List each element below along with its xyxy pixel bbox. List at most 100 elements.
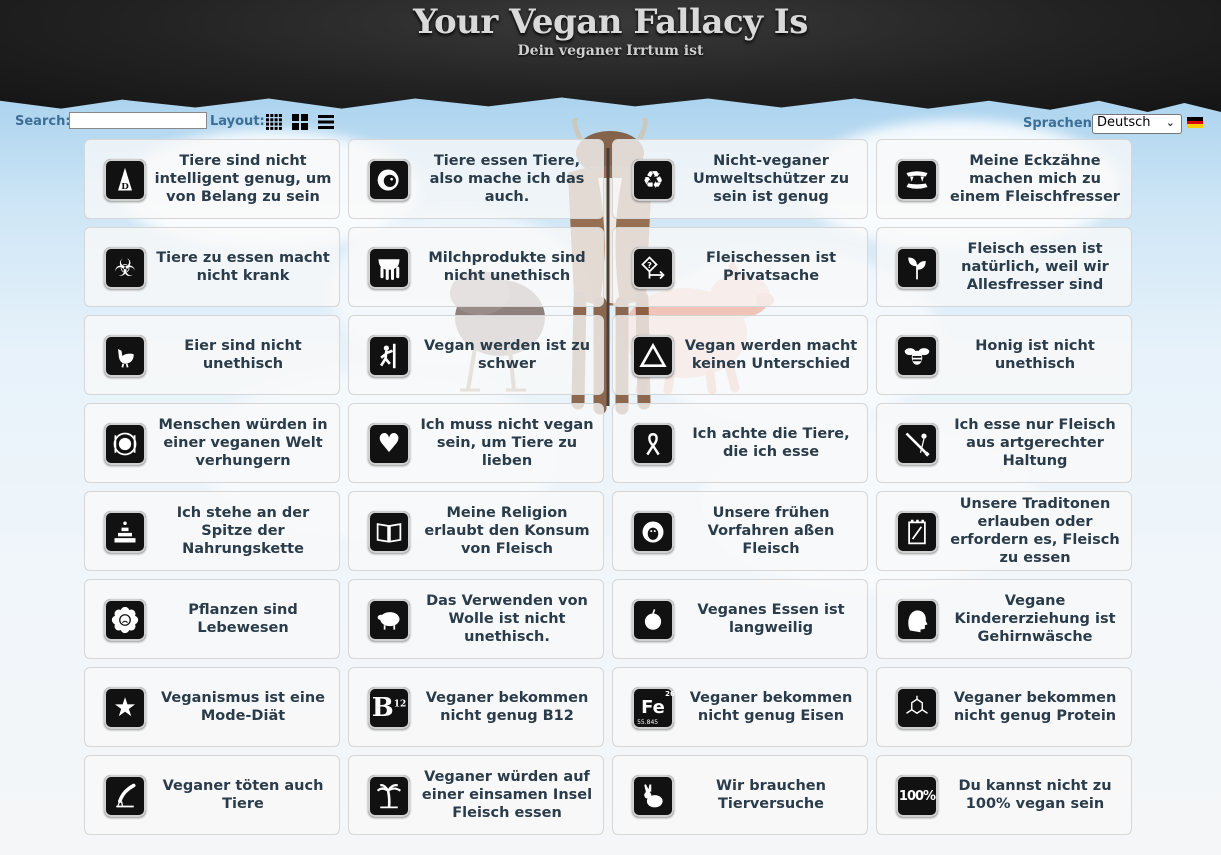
palm-tree-icon (368, 775, 410, 817)
fallacy-label: Das Verwenden von Wolle ist nicht unethi… (426, 593, 588, 645)
search-input[interactable] (69, 112, 207, 129)
fangs-icon (896, 159, 938, 201)
fallacy-card[interactable]: D Tiere sind nicht intelligent genug, um … (84, 139, 340, 219)
fallacy-card[interactable]: Veganer würden auf einer einsamen Insel … (348, 755, 604, 835)
language-label: Sprachen (1023, 116, 1092, 131)
b12-icon: B12 (368, 687, 410, 729)
fallacy-label: Fleisch essen ist natürlich, weil wir Al… (961, 241, 1109, 293)
plant-icon (896, 247, 938, 289)
site-title: Your Vegan Fallacy Is (413, 2, 808, 42)
fallacy-label: Tiere essen Tiere, also mache ich das au… (429, 153, 585, 205)
book-icon (368, 511, 410, 553)
fallacy-card[interactable]: Fe 26 55.845 Veganer bekommen nicht genug E… (612, 667, 868, 747)
scroll-icon (896, 511, 938, 553)
fallacy-card[interactable]: Unsere Traditonen erlauben oder erforder… (876, 491, 1132, 571)
layout-label: Layout: (210, 114, 265, 129)
fallacy-card[interactable]: Vegan werden ist zu schwer (348, 315, 604, 395)
fallacy-label: Vegane Kindererziehung ist Gehirnwäsche (954, 593, 1116, 645)
choice-sign-icon: ? (632, 247, 674, 289)
fallacy-card[interactable]: Eier sind nicht unethisch (84, 315, 340, 395)
fallacy-card[interactable]: Vegan werden macht keinen Unterschied (612, 315, 868, 395)
fallacy-label: Unsere Traditonen erlauben oder erforder… (950, 496, 1120, 566)
fallacy-card[interactable]: ? Fleischessen ist Privatsache (612, 227, 868, 307)
fallacy-label: Veganes Essen ist langweilig (697, 602, 845, 636)
knife-flower-icon (896, 423, 938, 465)
fallacy-card[interactable]: Veganes Essen ist langweilig (612, 579, 868, 659)
search-label: Search: (15, 114, 71, 129)
fallacy-card[interactable]: B12 Veganer bekommen nicht genug B12 (348, 667, 604, 747)
hen-icon (104, 335, 146, 377)
fallacy-card[interactable]: Ich esse nur Fleisch aus artgerechter Ha… (876, 403, 1132, 483)
sad-flower-icon (104, 599, 146, 641)
climber-icon (368, 335, 410, 377)
fallacy-label: Ich achte die Tiere, die ich esse (692, 426, 850, 460)
svg-text:?: ? (647, 261, 652, 270)
chevron-down-icon: ⌄ (1165, 116, 1175, 129)
fallacy-card[interactable]: ♻ Nicht-veganer Umweltschützer zu sein is… (612, 139, 868, 219)
fallacy-card[interactable]: Tiere essen Tiere, also mache ich das au… (348, 139, 604, 219)
fallacy-label: Tiere sind nicht intelligent genug, um v… (154, 153, 332, 205)
sheep-icon (368, 599, 410, 641)
fallacy-label: Eier sind nicht unethisch (184, 338, 302, 372)
fallacy-card[interactable]: Fleisch essen ist natürlich, weil wir Al… (876, 227, 1132, 307)
fallacy-label: Pflanzen sind Lebewesen (188, 602, 298, 636)
fallacy-card[interactable]: Ich stehe an der Spitze der Nahrungskett… (84, 491, 340, 571)
small-grid-icon[interactable] (266, 114, 282, 130)
fallacy-card[interactable]: Veganer bekommen nicht genug Protein (876, 667, 1132, 747)
fallacy-card[interactable]: Vegane Kindererziehung ist Gehirnwäsche (876, 579, 1132, 659)
fallacy-card[interactable]: Ich achte die Tiere, die ich esse (612, 403, 868, 483)
percent-icon: 100% (896, 775, 938, 817)
fallacy-label: Nicht-veganer Umweltschützer zu sein ist… (692, 153, 850, 205)
fallacy-label: Vegan werden macht keinen Unterschied (684, 338, 858, 372)
iron-icon: Fe 26 55.845 (632, 687, 675, 729)
biohazard-icon: ☣ (104, 247, 146, 289)
fallacy-card[interactable]: Honig ist nicht unethisch (876, 315, 1132, 395)
recycle-icon: ♻ (632, 159, 674, 201)
udder-icon (368, 247, 410, 289)
fallacy-label: Ich stehe an der Spitze der Nahrungskett… (176, 505, 310, 557)
fallacy-label: Ich muss nicht vegan sein, um Tiere zu l… (420, 417, 594, 469)
star-icon: ★ (104, 687, 146, 729)
language-selected-value: Deutsch (1097, 115, 1151, 130)
fallacy-card[interactable]: Meine Religion erlaubt den Konsum von Fl… (348, 491, 604, 571)
fallacy-label: Veganer bekommen nicht genug Protein (953, 690, 1117, 724)
fallacy-card[interactable]: 100% Du kannst nicht zu 100% vegan sein (876, 755, 1132, 835)
lion-icon (368, 159, 410, 201)
dunce-cap-icon: D (104, 159, 146, 201)
plate-icon (104, 423, 146, 465)
fallacy-card[interactable]: ♥ Ich muss nicht vegan sein, um Tiere zu … (348, 403, 604, 483)
head-icon (896, 599, 938, 641)
list-icon[interactable] (318, 114, 334, 130)
large-grid-icon[interactable] (292, 114, 308, 130)
harvester-icon (104, 775, 146, 817)
fallacy-label: Meine Eckzähne machen mich zu einem Flei… (950, 153, 1120, 205)
fallacy-label: Tiere zu essen macht nicht krank (156, 250, 330, 284)
heart-icon: ♥ (368, 423, 410, 465)
bee-icon (896, 335, 938, 377)
rabbit-icon (632, 775, 674, 817)
svg-text:D: D (121, 182, 129, 192)
molecule-icon (896, 687, 938, 729)
fallacy-label: Wir brauchen Tierversuche (716, 778, 826, 812)
pyramid-icon (104, 511, 146, 553)
fallacy-label: Veganer töten auch Tiere (162, 778, 324, 812)
language-select[interactable]: Deutsch ⌄ (1092, 114, 1182, 134)
fallacy-card[interactable]: Wir brauchen Tierversuche (612, 755, 868, 835)
fallacy-card[interactable]: ☣ Tiere zu essen macht nicht krank (84, 227, 340, 307)
fallacy-card[interactable]: Milchprodukte sind nicht unethisch (348, 227, 604, 307)
fallacy-label: Veganer bekommen nicht genug Eisen (689, 690, 853, 724)
fallacy-label: Veganer würden auf einer einsamen Insel … (421, 769, 593, 821)
apple-icon (632, 599, 674, 641)
fallacy-label: Veganismus ist eine Mode-Diät (160, 690, 325, 724)
fallacy-label: Unsere frühen Vorfahren aßen Fleisch (707, 505, 835, 557)
german-flag-icon[interactable] (1187, 117, 1203, 128)
fallacy-card[interactable]: Veganer töten auch Tiere (84, 755, 340, 835)
fallacy-card[interactable]: ★ Veganismus ist eine Mode-Diät (84, 667, 340, 747)
fallacy-label: Honig ist nicht unethisch (975, 338, 1095, 372)
fallacy-card[interactable]: Das Verwenden von Wolle ist nicht unethi… (348, 579, 604, 659)
fallacy-card[interactable]: Meine Eckzähne machen mich zu einem Flei… (876, 139, 1132, 219)
fallacy-card[interactable]: Menschen würden in einer veganen Welt ve… (84, 403, 340, 483)
fallacy-card[interactable]: Pflanzen sind Lebewesen (84, 579, 340, 659)
site-subtitle: Dein veganer Irrtum ist (517, 43, 704, 59)
fallacy-card[interactable]: Unsere frühen Vorfahren aßen Fleisch (612, 491, 868, 571)
